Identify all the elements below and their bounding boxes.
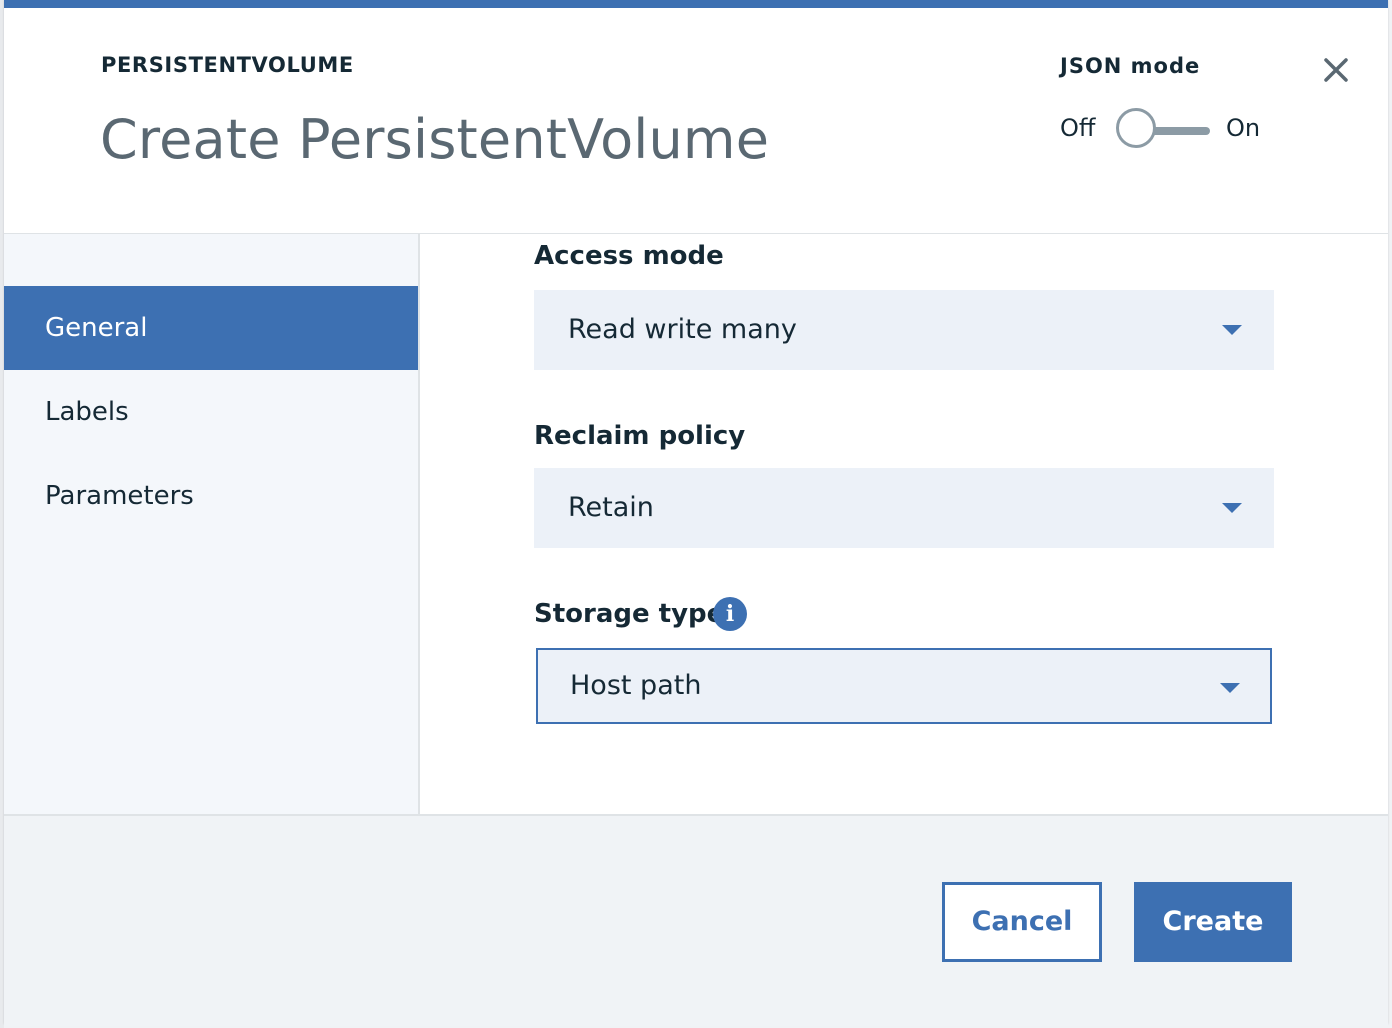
json-mode-label: JSON mode [1060,54,1201,78]
chevron-down-icon [1220,683,1240,693]
modal-sidebar-nav: General Labels Parameters [4,234,420,814]
json-mode-toggle[interactable] [1114,108,1212,156]
chevron-down-icon [1222,325,1242,335]
toggle-thumb [1116,108,1156,148]
storage-type-label: Storage type [534,599,725,629]
cancel-button[interactable]: Cancel [942,882,1102,962]
create-button[interactable]: Create [1134,882,1292,962]
chevron-down-icon [1222,503,1242,513]
form-content: Access mode Read write many Reclaim poli… [420,234,1388,814]
access-mode-label: Access mode [534,241,724,271]
close-button[interactable] [1316,50,1356,90]
storage-type-select[interactable]: Host path [536,648,1272,724]
sidebar-item-parameters[interactable]: Parameters [4,454,418,538]
reclaim-policy-value: Retain [568,492,654,523]
modal-accent-bar [4,0,1388,8]
json-mode-on-label: On [1226,114,1261,142]
sidebar-item-labels[interactable]: Labels [4,370,418,454]
modal-header: PERSISTENTVOLUME Create PersistentVolume… [4,8,1388,234]
info-icon[interactable]: i [713,597,747,631]
access-mode-value: Read write many [568,314,797,345]
modal-eyebrow: PERSISTENTVOLUME [101,53,354,77]
close-icon [1324,58,1348,82]
reclaim-policy-select[interactable]: Retain [534,468,1274,548]
reclaim-policy-label: Reclaim policy [534,421,746,451]
access-mode-select[interactable]: Read write many [534,290,1274,370]
create-persistentvolume-modal: PERSISTENTVOLUME Create PersistentVolume… [4,0,1388,1026]
json-mode-off-label: Off [1060,114,1096,142]
storage-type-value: Host path [570,670,702,701]
sidebar-item-general[interactable]: General [4,286,418,370]
modal-title: Create PersistentVolume [100,108,770,171]
modal-footer: Cancel Create [4,814,1388,1026]
